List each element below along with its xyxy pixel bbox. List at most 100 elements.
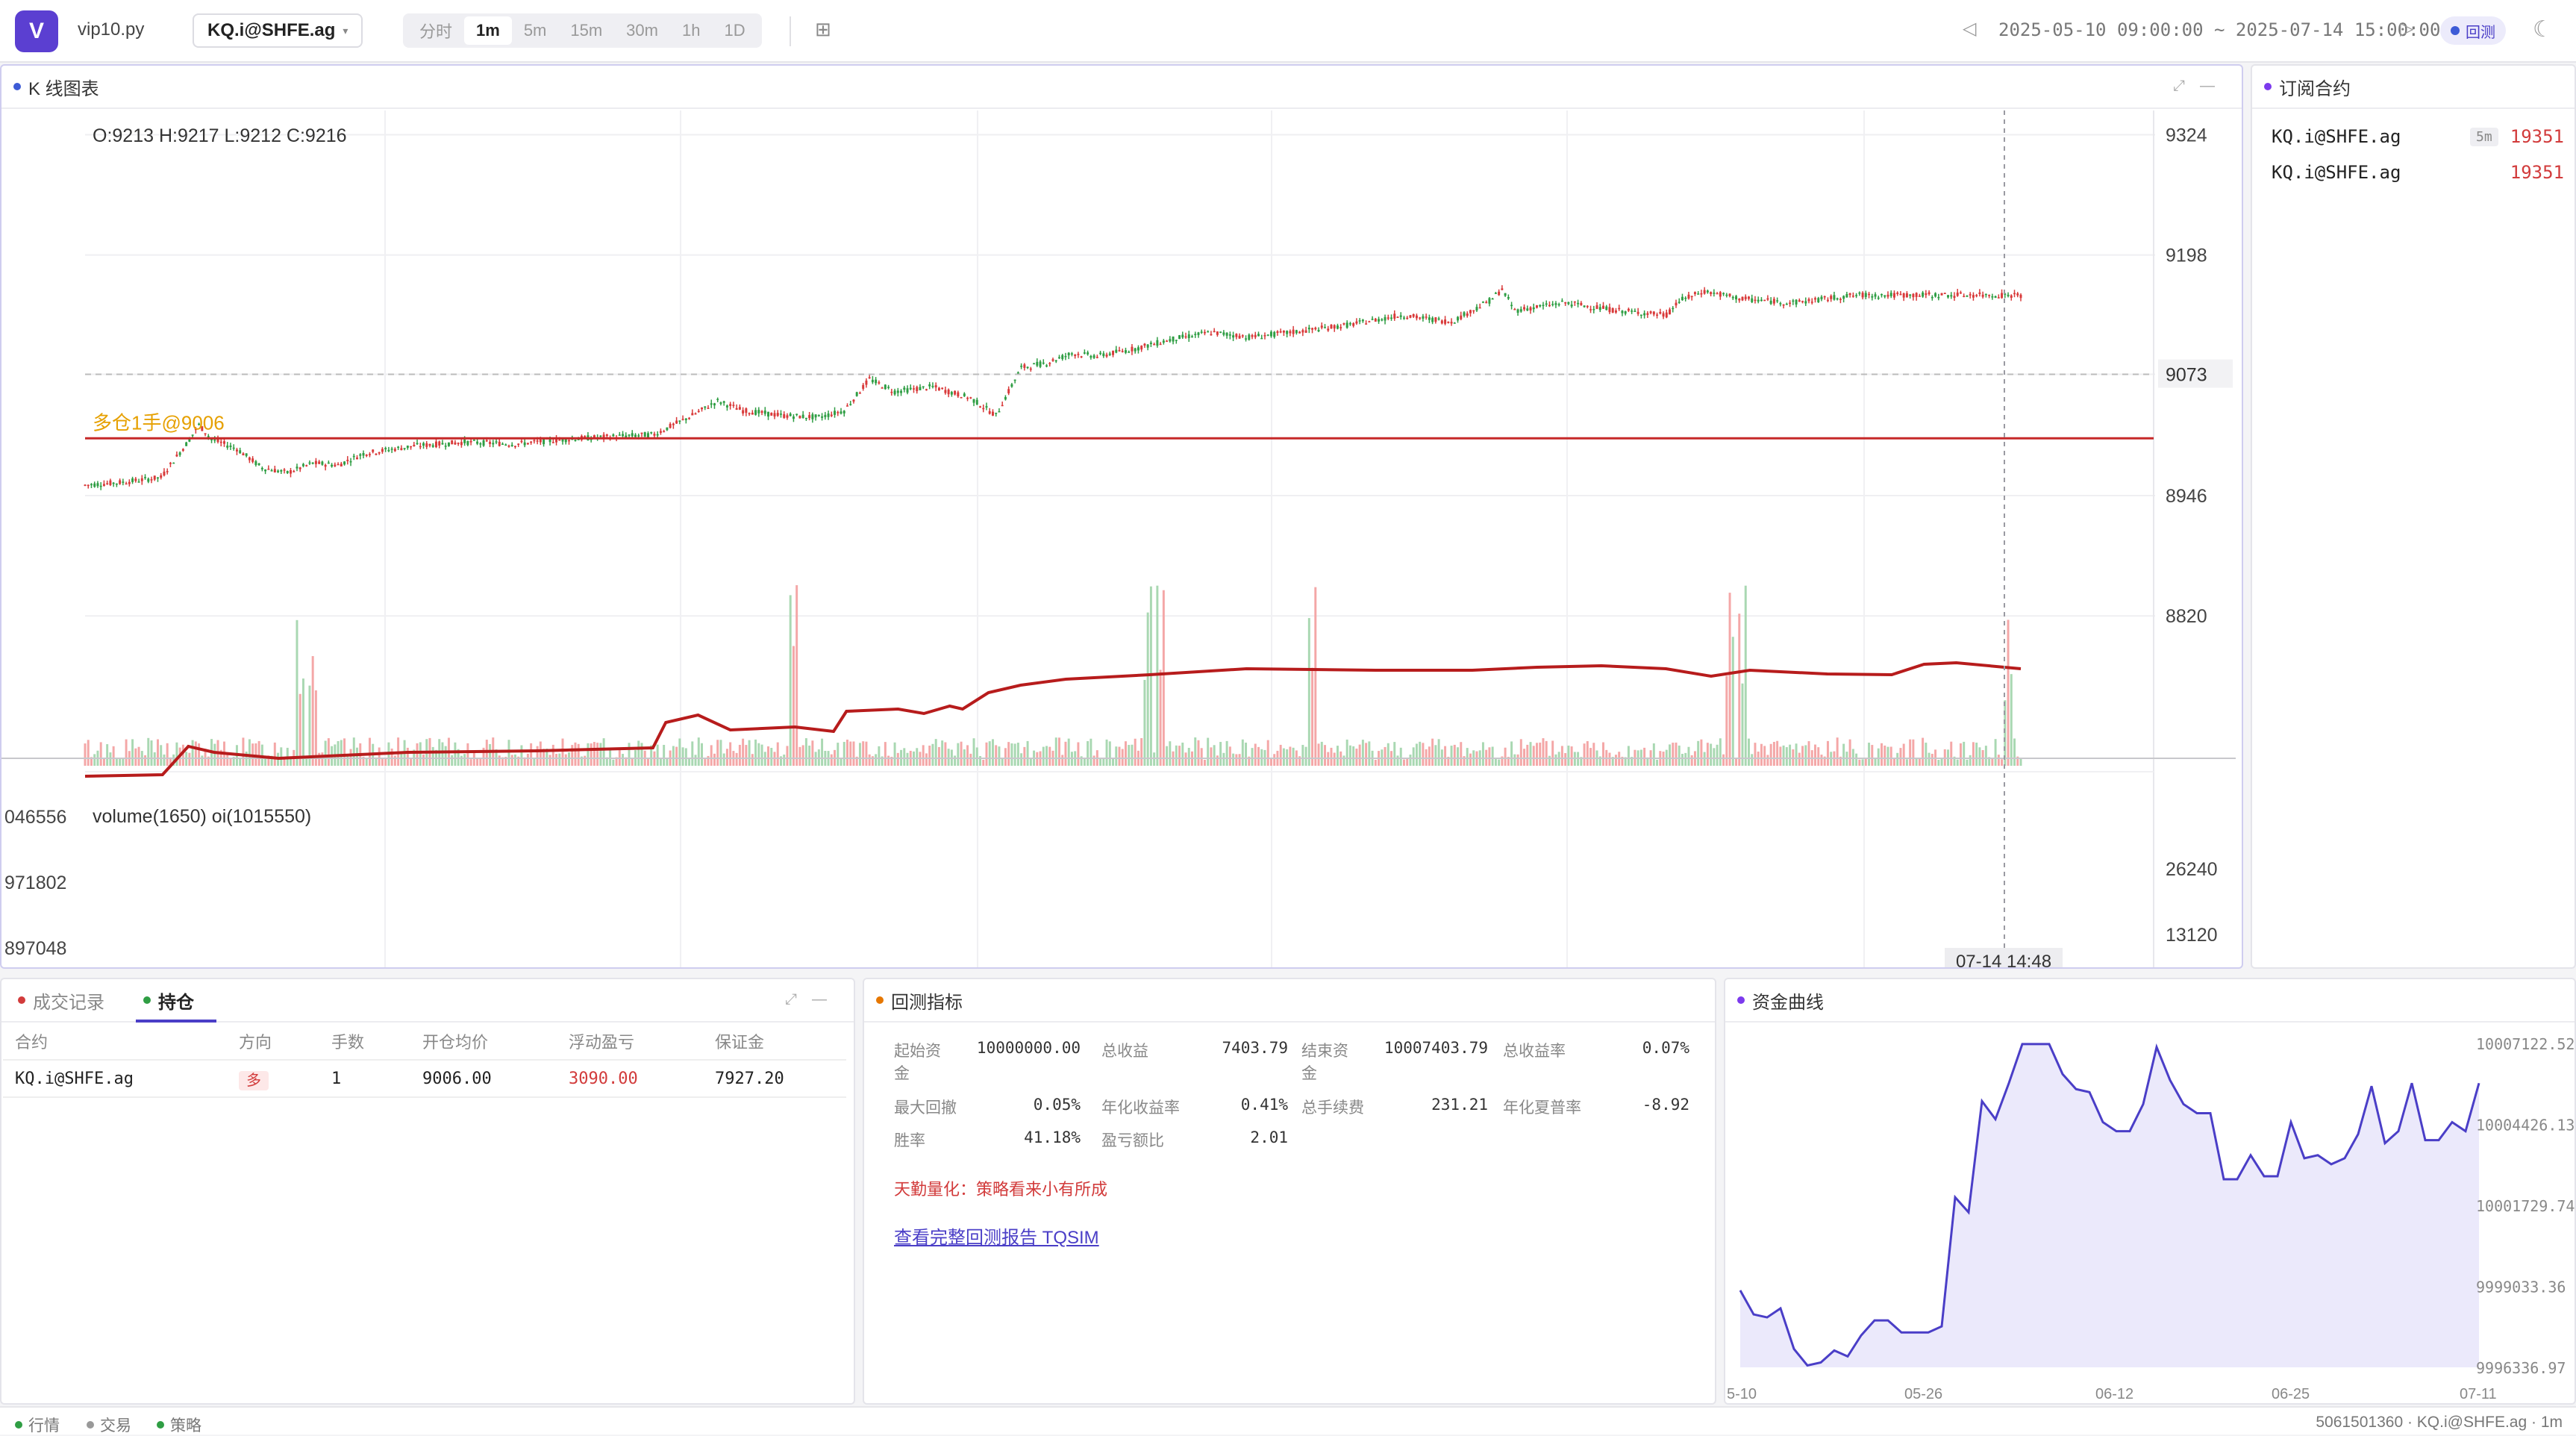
candle-body: [112, 482, 115, 484]
candle-body: [919, 387, 922, 390]
candle-body: [1238, 335, 1241, 339]
candle-body: [1387, 317, 1389, 319]
candle-body: [1889, 293, 1892, 296]
volume-bar: [109, 752, 112, 766]
candle-body: [223, 441, 225, 444]
candle-body: [1621, 310, 1624, 313]
volume-bar: [691, 741, 694, 766]
play-icon[interactable]: ▷: [2400, 18, 2413, 40]
tab-positions[interactable]: 持仓: [127, 979, 216, 1023]
candle-body: [1545, 303, 1548, 305]
table-row[interactable]: KQ.i@SHFE.ag 多 1 9006.00 3090.00 7927.20: [3, 1060, 846, 1098]
range-prev-icon[interactable]: ◁: [1963, 18, 1976, 40]
volume-bar: [1536, 743, 1538, 766]
candle-body: [767, 411, 770, 417]
candle-body: [722, 401, 725, 403]
volume-bar: [1738, 614, 1741, 766]
volume-bar: [1434, 745, 1437, 766]
period-button[interactable]: 30m: [614, 16, 670, 45]
candle-body: [975, 399, 978, 405]
candle-body: [678, 420, 681, 422]
volume-bar: [1959, 743, 1962, 766]
equity-chart[interactable]: 10007122.52 10004426.13 10001729.74 9999033…: [1725, 1024, 2575, 1405]
candle-body: [343, 461, 346, 465]
volume-bar: [1251, 748, 1254, 766]
volume-bar: [1735, 758, 1738, 766]
tab-trade-records[interactable]: 成交记录: [1, 979, 127, 1021]
candle-body: [267, 469, 270, 470]
symbol-selector[interactable]: KQ.i@SHFE.ag ▾: [193, 13, 363, 48]
kline-chart[interactable]: 多仓1手@9006 9073 9324 9198 8946 8820 O:9213 H:92…: [1, 110, 2242, 969]
candle-body: [1931, 296, 1933, 299]
period-button[interactable]: 1h: [670, 16, 712, 45]
volume-bar: [257, 740, 260, 766]
volume-bar: [144, 755, 147, 766]
candle-body: [298, 467, 301, 469]
volume-bar: [125, 739, 128, 766]
candle-body: [751, 412, 754, 415]
candle-body: [1169, 339, 1172, 342]
metric-value: -8.92: [1642, 1096, 1689, 1114]
candle-body: [2013, 293, 2016, 295]
candle-body: [1153, 343, 1156, 346]
candle-body: [780, 413, 782, 415]
candle-body: [1143, 343, 1146, 346]
volume-bar: [1994, 739, 1997, 766]
volume-bar: [1488, 747, 1491, 766]
candle-body: [257, 463, 260, 466]
candle-body: [916, 387, 919, 392]
volume-bar: [1861, 759, 1864, 766]
full-report-link[interactable]: 查看完整回测报告 TQSIM: [894, 1223, 1099, 1249]
volume-bar: [1061, 755, 1064, 766]
backtest-mode-badge: 回测: [2440, 16, 2506, 45]
volume-bar: [688, 758, 691, 766]
candle-body: [1406, 317, 1409, 319]
candle-body: [1087, 352, 1090, 355]
candle-body: [688, 417, 691, 419]
candle-body: [1567, 302, 1570, 305]
volume-bar: [751, 754, 754, 766]
candle-body: [1501, 288, 1504, 290]
volume-bar: [969, 753, 972, 766]
candle-body: [574, 440, 577, 441]
candle-body: [1128, 352, 1131, 353]
volume-bar: [1769, 743, 1772, 766]
volume-bar: [1751, 754, 1754, 766]
candle-body: [1636, 311, 1639, 314]
layout-grid-icon[interactable]: ⊞: [815, 18, 831, 41]
volume-bar: [1523, 749, 1526, 766]
period-button[interactable]: 15m: [558, 16, 614, 45]
volume-bar: [498, 755, 501, 766]
subscription-item[interactable]: KQ.i@SHFE.ag 5m 19351: [2272, 124, 2564, 149]
panel-controls[interactable]: ⤢—: [785, 991, 842, 1008]
volume-bar: [1333, 752, 1336, 766]
subscription-item[interactable]: KQ.i@SHFE.ag 19351: [2272, 160, 2564, 185]
candle-body: [153, 475, 156, 480]
period-button[interactable]: 1D: [712, 16, 757, 45]
period-button[interactable]: 1m: [464, 16, 512, 45]
period-button[interactable]: 分时: [407, 16, 464, 45]
candle-body: [1254, 334, 1257, 337]
candle-body: [213, 439, 216, 441]
volume-bar: [577, 743, 580, 766]
candle-body: [1317, 330, 1320, 332]
candle-body: [1415, 315, 1418, 319]
candle-body: [893, 390, 896, 395]
candle-body: [1611, 308, 1614, 313]
panel-controls[interactable]: ⤢—: [2173, 78, 2230, 95]
candle-body: [1902, 293, 1905, 298]
candle-body: [166, 471, 169, 472]
metric-label: 盈亏额比: [1101, 1132, 1164, 1149]
candle-body: [887, 387, 890, 388]
theme-toggle-icon[interactable]: ☾: [2533, 16, 2553, 43]
volume-bar: [194, 741, 197, 766]
candle-body: [1886, 294, 1889, 297]
candle-body: [349, 461, 352, 463]
candle-body: [1507, 297, 1510, 299]
period-button[interactable]: 5m: [512, 16, 559, 45]
candle-body: [1751, 298, 1754, 302]
volume-bar: [811, 740, 814, 766]
volume-bar: [1064, 741, 1067, 766]
candle-body: [1498, 291, 1501, 296]
volume-bar: [858, 743, 861, 766]
